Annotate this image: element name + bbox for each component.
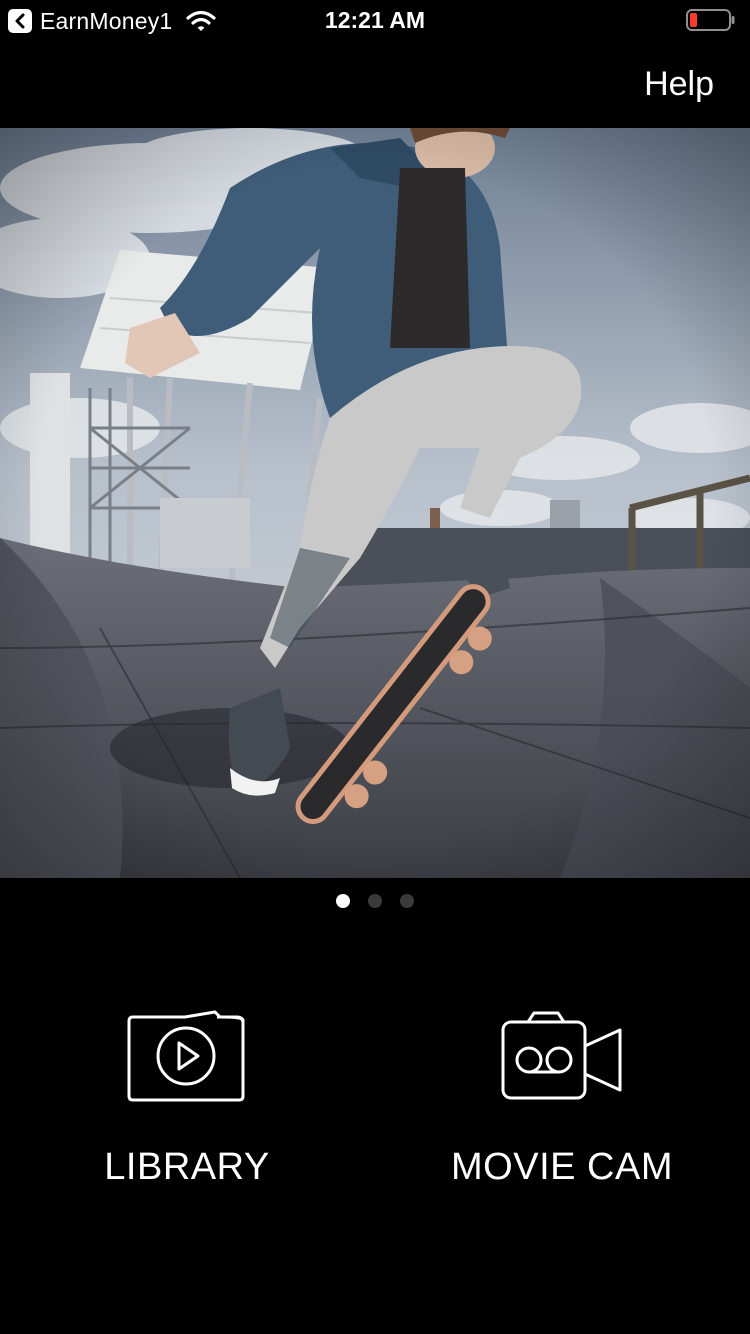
movie-cam-button[interactable]: MOVIE CAM <box>412 1010 712 1210</box>
skateboarder-photo <box>0 128 750 878</box>
page-dot-1[interactable] <box>336 894 350 908</box>
library-button[interactable]: LIBRARY <box>37 1010 337 1210</box>
page-dot-2[interactable] <box>368 894 382 908</box>
status-bar: EarnMoney1 12:21 AM <box>0 0 750 40</box>
help-button[interactable]: Help <box>644 62 714 106</box>
hero-carousel-image[interactable] <box>0 128 750 878</box>
library-play-icon <box>127 1010 245 1102</box>
video-camera-icon <box>501 1011 622 1100</box>
carousel-page-indicator[interactable] <box>0 894 750 908</box>
status-time: 12:21 AM <box>324 7 426 33</box>
battery-icon <box>686 9 735 31</box>
movie-cam-label: MOVIE CAM <box>451 1146 673 1188</box>
page-dot-3[interactable] <box>400 894 414 908</box>
library-label: LIBRARY <box>104 1146 270 1188</box>
